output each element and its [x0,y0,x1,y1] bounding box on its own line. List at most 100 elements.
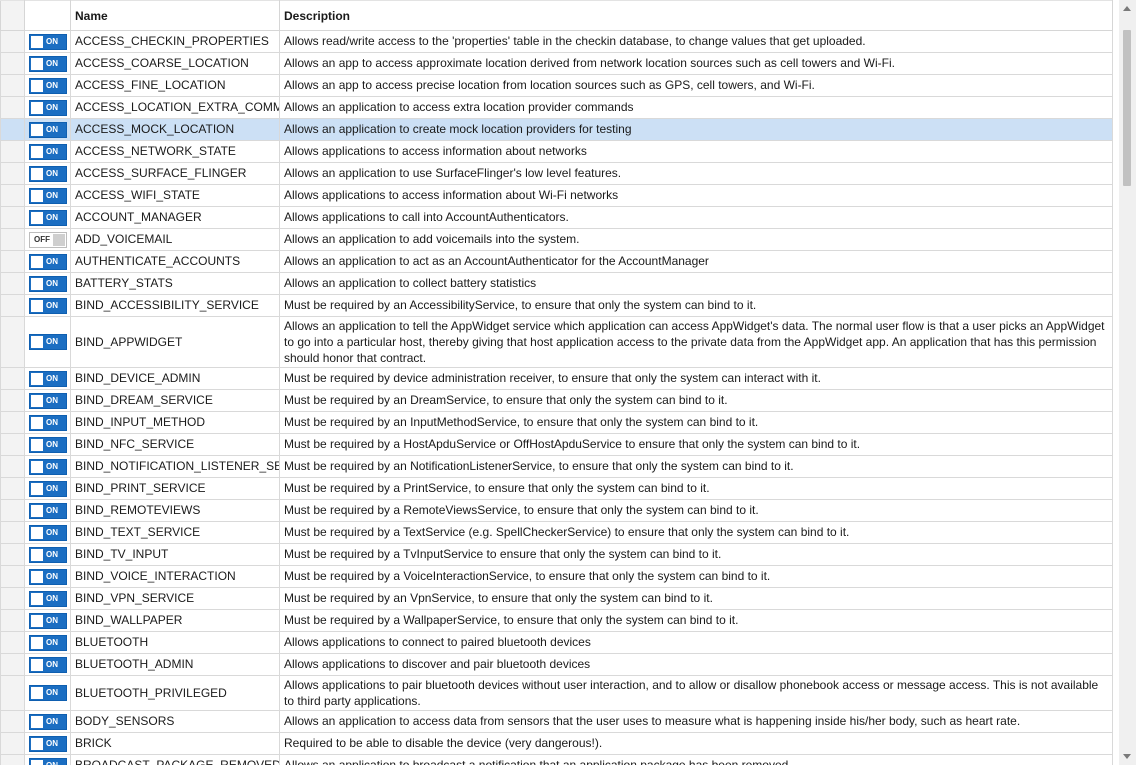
permission-description-cell[interactable]: Must be required by a TvInputService to … [279,543,1113,566]
permission-name-cell[interactable]: BIND_TV_INPUT [70,543,280,566]
row-header-cell[interactable] [0,653,25,676]
table-row[interactable]: ON BODY_SENSORS Allows an application to a… [0,710,1113,733]
permission-toggle[interactable]: ON [29,568,67,585]
permission-description-cell[interactable]: Allows an application to access extra lo… [279,96,1113,119]
permission-description-cell[interactable]: Allows applications to connect to paired… [279,631,1113,654]
permission-toggle[interactable]: OFF [29,231,67,248]
permission-toggle[interactable]: ON [29,634,67,651]
permission-name-cell[interactable]: BIND_INPUT_METHOD [70,411,280,434]
permission-toggle[interactable]: ON [29,546,67,563]
permission-description-cell[interactable]: Allows an application to tell the AppWid… [279,316,1113,368]
permission-name-cell[interactable]: BIND_WALLPAPER [70,609,280,632]
scroll-down-arrow-icon[interactable] [1123,754,1131,759]
permission-toggle[interactable]: ON [29,685,67,701]
permission-description-cell[interactable]: Allows an application to access data fro… [279,710,1113,733]
row-header-cell[interactable] [0,433,25,456]
table-row[interactable]: ON BIND_VPN_SERVICE Must be required by an… [0,587,1113,610]
permission-toggle[interactable]: ON [29,590,67,607]
permission-description-cell[interactable]: Must be required by device administratio… [279,367,1113,390]
permission-description-cell[interactable]: Allows applications to discover and pair… [279,653,1113,676]
table-row[interactable]: ON ACCESS_SURFACE_FLINGER Allows an applic… [0,162,1113,185]
table-row[interactable]: ON BIND_PRINT_SERVICE Must be required by … [0,477,1113,500]
permission-toggle[interactable]: ON [29,297,67,314]
permission-name-cell[interactable]: ACCESS_COARSE_LOCATION [70,52,280,75]
permission-description-cell[interactable]: Must be required by an InputMethodServic… [279,411,1113,434]
permission-name-cell[interactable]: AUTHENTICATE_ACCOUNTS [70,250,280,273]
table-row[interactable]: ON ACCESS_LOCATION_EXTRA_COMMAN Allows an … [0,96,1113,119]
row-header-cell[interactable] [0,162,25,185]
permission-name-cell[interactable]: ACCOUNT_MANAGER [70,206,280,229]
table-row[interactable]: ON BIND_TV_INPUT Must be required by a TvI… [0,543,1113,566]
table-row[interactable]: ON BIND_ACCESSIBILITY_SERVICE Must be requ… [0,294,1113,317]
permission-name-cell[interactable]: BIND_VOICE_INTERACTION [70,565,280,588]
table-row[interactable]: ON BATTERY_STATS Allows an application to … [0,272,1113,295]
permission-name-cell[interactable]: BLUETOOTH_PRIVILEGED [70,675,280,711]
permission-toggle[interactable]: ON [29,165,67,182]
row-header-cell[interactable] [0,140,25,163]
permission-description-cell[interactable]: Allows applications to call into Account… [279,206,1113,229]
permission-name-cell[interactable]: BATTERY_STATS [70,272,280,295]
permission-name-cell[interactable]: BIND_ACCESSIBILITY_SERVICE [70,294,280,317]
row-header-cell[interactable] [0,96,25,119]
table-row[interactable]: ON ACCOUNT_MANAGER Allows applications to … [0,206,1113,229]
permission-name-cell[interactable]: ACCESS_FINE_LOCATION [70,74,280,97]
permission-toggle[interactable]: ON [29,33,67,50]
permission-toggle[interactable]: ON [29,656,67,673]
permission-description-cell[interactable]: Must be required by an NotificationListe… [279,455,1113,478]
permission-toggle[interactable]: ON [29,121,67,138]
permission-toggle[interactable]: ON [29,99,67,116]
permission-name-cell[interactable]: BIND_PRINT_SERVICE [70,477,280,500]
table-row[interactable]: ON BLUETOOTH_ADMIN Allows applications to … [0,653,1113,676]
scrollbar-thumb[interactable] [1123,30,1131,186]
permission-description-cell[interactable]: Must be required by a PrintService, to e… [279,477,1113,500]
row-header-cell[interactable] [0,389,25,412]
table-row[interactable]: ON BIND_NFC_SERVICE Must be required by a … [0,433,1113,456]
permission-name-cell[interactable]: BLUETOOTH [70,631,280,654]
permission-name-cell[interactable]: BIND_TEXT_SERVICE [70,521,280,544]
row-header-cell[interactable] [0,411,25,434]
table-row[interactable]: ON BLUETOOTH Allows applications to connec… [0,631,1113,654]
permission-description-cell[interactable]: Must be required by a VoiceInteractionSe… [279,565,1113,588]
permission-name-cell[interactable]: BIND_DREAM_SERVICE [70,389,280,412]
permission-name-cell[interactable]: BIND_NOTIFICATION_LISTENER_SERVI [70,455,280,478]
permission-description-cell[interactable]: Must be required by an DreamService, to … [279,389,1113,412]
permission-description-cell[interactable]: Allows an application to add voicemails … [279,228,1113,251]
permission-name-cell[interactable]: BROADCAST_PACKAGE_REMOVED [70,754,280,765]
permission-description-cell[interactable]: Allows applications to access informatio… [279,184,1113,207]
permission-toggle[interactable]: ON [29,187,67,204]
row-header-cell[interactable] [0,294,25,317]
permission-toggle[interactable]: ON [29,392,67,409]
row-header-cell[interactable] [0,455,25,478]
row-header-cell[interactable] [0,609,25,632]
permission-toggle[interactable]: ON [29,275,67,292]
permission-description-cell[interactable]: Allows applications to access informatio… [279,140,1113,163]
permission-name-cell[interactable]: BIND_DEVICE_ADMIN [70,367,280,390]
permission-description-cell[interactable]: Must be required by an AccessibilityServ… [279,294,1113,317]
permission-name-cell[interactable]: BIND_VPN_SERVICE [70,587,280,610]
row-header-cell[interactable] [0,477,25,500]
table-row[interactable]: ON ACCESS_NETWORK_STATE Allows application… [0,140,1113,163]
permission-toggle[interactable]: ON [29,502,67,519]
permission-description-cell[interactable]: Must be required by a RemoteViewsService… [279,499,1113,522]
permission-name-cell[interactable]: BRICK [70,732,280,755]
permission-description-cell[interactable]: Allows an application to broadcast a not… [279,754,1113,765]
permission-description-cell[interactable]: Must be required by a TextService (e.g. … [279,521,1113,544]
table-row[interactable]: ON ACCESS_MOCK_LOCATION Allows an applicat… [0,118,1113,141]
permission-description-cell[interactable]: Allows an app to access precise location… [279,74,1113,97]
row-header-cell[interactable] [0,316,25,368]
row-header-cell[interactable] [0,30,25,53]
row-header-cell[interactable] [0,732,25,755]
permission-description-cell[interactable]: Allows an application to act as an Accou… [279,250,1113,273]
permission-name-cell[interactable]: BIND_APPWIDGET [70,316,280,368]
table-row[interactable]: ON ACCESS_CHECKIN_PROPERTIES Allows read/w… [0,30,1113,53]
table-row[interactable]: ON BIND_WALLPAPER Must be required by a Wa… [0,609,1113,632]
row-header-cell[interactable] [0,521,25,544]
permission-description-cell[interactable]: Allows an application to collect battery… [279,272,1113,295]
table-row[interactable]: ON AUTHENTICATE_ACCOUNTS Allows an applica… [0,250,1113,273]
permission-description-cell[interactable]: Allows an application to use SurfaceFlin… [279,162,1113,185]
permission-toggle[interactable]: ON [29,458,67,475]
permission-name-cell[interactable]: ACCESS_MOCK_LOCATION [70,118,280,141]
table-row[interactable]: ON BIND_NOTIFICATION_LISTENER_SERVI Must b… [0,455,1113,478]
description-column-header[interactable]: Description [279,0,1113,31]
permission-name-cell[interactable]: BIND_NFC_SERVICE [70,433,280,456]
